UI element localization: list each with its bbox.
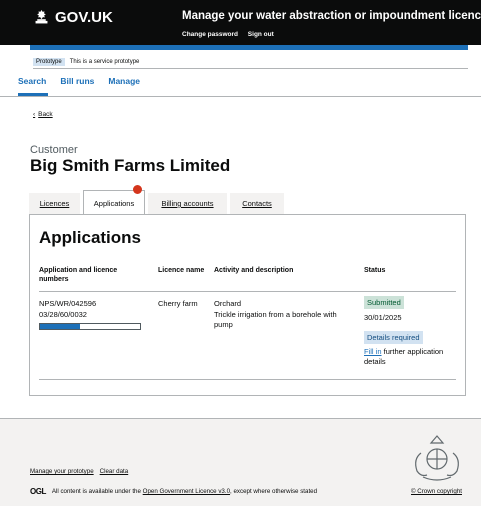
clear-data-link[interactable]: Clear data <box>100 468 129 475</box>
nav-item-search[interactable]: Search <box>18 76 46 86</box>
column-header-activity: Activity and description <box>214 267 294 274</box>
notification-dot <box>133 185 142 194</box>
column-header-licence-name: Licence name <box>158 267 205 274</box>
phase-banner: Prototype This is a service prototype <box>33 55 468 69</box>
back-link[interactable]: ‹ Back <box>33 111 53 118</box>
tab-contacts[interactable]: Contacts <box>230 193 284 214</box>
licence-prefix: All content is available under the <box>51 488 141 495</box>
chevron-left-icon: ‹ <box>33 111 36 118</box>
header-blue-bar <box>30 45 468 50</box>
tab-licences-label: Licences <box>39 199 70 208</box>
status-badge-details-required: Details required <box>364 331 423 344</box>
header-nav: Change password Sign out <box>182 31 282 38</box>
status-badge-submitted: Submitted <box>364 296 404 309</box>
phase-text: This is a service prototype <box>69 58 140 65</box>
application-number: NPS/WR/042596 <box>39 299 97 308</box>
footer-links: Manage your prototype Clear data <box>30 468 128 475</box>
footer-licence: OGL All content is available under the O… <box>30 487 317 496</box>
column-header-status: Status <box>364 267 386 274</box>
crown-icon <box>35 9 48 24</box>
service-name[interactable]: Manage your water abstraction or impound… <box>182 10 481 22</box>
licence-text: All content is available under the Open … <box>52 488 317 495</box>
ogl-logo-icon: OGL <box>30 487 46 496</box>
status-date: 30/01/2025 <box>364 313 402 322</box>
page-caption: Customer <box>30 144 78 156</box>
primary-navigation: Search Bill runs Manage <box>18 76 140 86</box>
application-progress-bar <box>39 323 141 330</box>
nav-divider <box>0 96 481 97</box>
column-header-application: Application and licence numbers <box>39 267 118 283</box>
logo-text: GOV.UK <box>55 9 113 26</box>
tab-billing-accounts[interactable]: Billing accounts <box>148 193 227 214</box>
action-text: Fill in further application details <box>364 347 458 367</box>
activity-cell: Orchard <box>214 299 242 308</box>
govuk-logo[interactable]: GOV.UK <box>33 9 113 26</box>
tab-billing-accounts-label: Billing accounts <box>161 199 214 208</box>
tab-applications-label: Applications <box>93 198 135 208</box>
phase-tag: Prototype <box>33 57 65 66</box>
licence-suffix: , except where otherwise stated <box>230 488 318 495</box>
nav-item-manage[interactable]: Manage <box>108 76 140 86</box>
fill-in-link[interactable]: Fill in <box>364 347 382 356</box>
licence-number: 03/28/60/0032 <box>39 310 87 319</box>
site-header: GOV.UK Manage your water abstraction or … <box>0 0 481 45</box>
crown-copyright-link[interactable]: © Crown copyright <box>411 488 462 495</box>
licence-name-cell: Cherry farm <box>158 299 198 308</box>
description-cell: Trickle irrigation from a borehole with … <box>214 310 337 329</box>
back-link-label: Back <box>38 111 53 118</box>
ogl-licence-link[interactable]: Open Government Licence v3.0 <box>143 488 230 495</box>
nav-item-bill-runs[interactable]: Bill runs <box>60 76 94 86</box>
row-divider <box>39 379 456 380</box>
tab-contacts-label: Contacts <box>242 199 272 208</box>
sign-out-link[interactable]: Sign out <box>248 31 274 38</box>
header-row-divider <box>39 291 456 292</box>
manage-prototype-link[interactable]: Manage your prototype <box>30 468 94 475</box>
royal-arms-icon <box>415 435 459 481</box>
progress-fill <box>40 324 80 329</box>
page-title: Big Smith Farms Limited <box>30 156 231 175</box>
change-password-link[interactable]: Change password <box>182 31 238 38</box>
tab-licences[interactable]: Licences <box>29 193 80 214</box>
panel-title: Applications <box>39 228 142 247</box>
